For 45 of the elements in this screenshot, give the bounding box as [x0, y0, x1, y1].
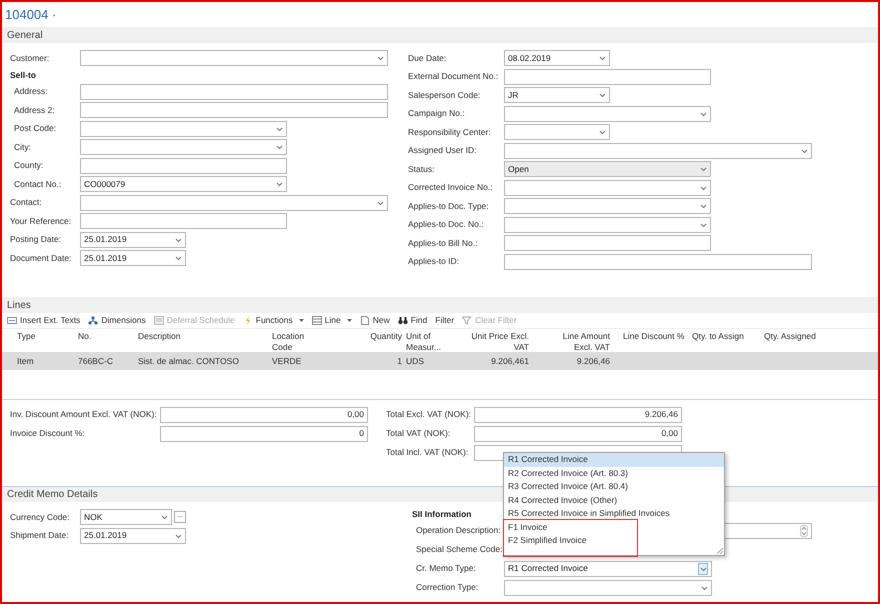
field-label: Total Excl. VAT (NOK):	[386, 408, 472, 421]
field-label: Special Scheme Code:	[415, 543, 504, 556]
table-cell-text: 1	[396, 354, 402, 368]
field-label: Post Code:	[13, 122, 58, 136]
field-label: Currency Code:	[10, 510, 71, 524]
field-label: Applies-to Doc. Type:	[408, 200, 490, 213]
group-heading: SII Information	[412, 508, 472, 521]
field-label: County:	[13, 159, 44, 172]
group-heading: Sell-to	[10, 68, 36, 82]
field-label: Document Date:	[10, 252, 72, 265]
table-cell-text: 9.206,46	[576, 354, 610, 368]
field-label: External Document No.:	[408, 70, 500, 84]
field-label: Due Date:	[408, 52, 448, 65]
field-label: Operation Description:	[415, 524, 502, 537]
field-label: Responsibility Center:	[408, 126, 492, 139]
field-label: Shipment Date:	[10, 529, 70, 542]
field-label: Applies-to Bill No.:	[408, 236, 478, 250]
field-label: Applies-to Doc. No.:	[408, 218, 485, 232]
field-label: Customer:	[10, 52, 50, 65]
table-cell-text: VERDE	[272, 354, 302, 368]
field-label: Corrected Invoice No.:	[408, 181, 494, 194]
field-label: City:	[13, 140, 32, 154]
field-label: Cr. Memo Type:	[415, 562, 477, 575]
table-cell-text: 766BC-C	[78, 354, 114, 368]
table-cell-text: 9.206,461	[490, 354, 529, 368]
field-label: Correction Type:	[415, 581, 480, 594]
field-label: Applies-to ID:	[408, 255, 460, 268]
table-cell-text: Sist. de almac. CONTOSO	[138, 354, 240, 368]
field-label: Invoice Discount %:	[10, 427, 86, 440]
field-label: Total VAT (NOK):	[386, 427, 452, 440]
field-label: Inv. Discount Amount Excl. VAT (NOK):	[10, 408, 158, 421]
field-label: Total Incl. VAT (NOK):	[386, 446, 470, 459]
field-label: Campaign No.:	[408, 107, 466, 120]
page-title: 104004 ·	[5, 6, 56, 24]
field-label: Contact:	[10, 196, 43, 210]
field-label: Assigned User ID:	[408, 144, 478, 158]
table-cell-text: UDS	[405, 354, 425, 368]
field-label: Address 2:	[13, 104, 56, 117]
field-label: Address:	[13, 85, 49, 98]
field-label: Status:	[408, 162, 436, 176]
field-label: Your Reference:	[10, 214, 72, 228]
field-label: Salesperson Code:	[408, 88, 482, 102]
table-cell-text: Item	[17, 354, 35, 368]
field-label: Contact No.:	[13, 178, 62, 191]
field-label: Posting Date:	[10, 233, 62, 246]
